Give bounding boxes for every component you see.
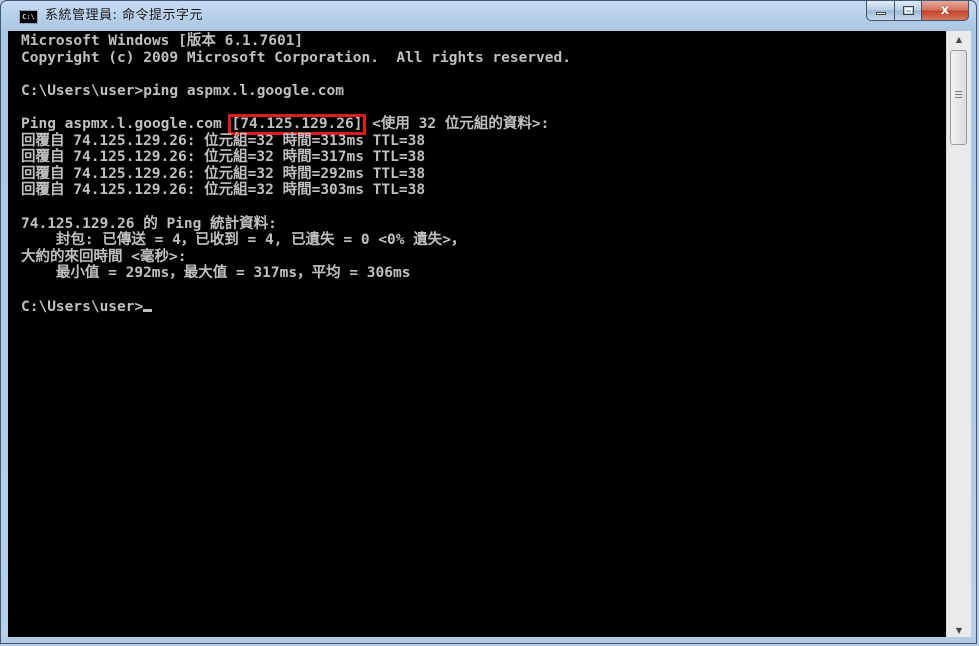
console-prompt-line[interactable]: C:\Users\user>	[21, 299, 571, 316]
grip-icon	[955, 91, 962, 99]
command-prompt-window: C:\ 系統管理員: 命令提示字元 x Microsoft Windows [版…	[0, 0, 977, 644]
console-line: 最小值 = 292ms，最大值 = 317ms，平均 = 306ms	[21, 265, 411, 282]
close-icon: x	[940, 3, 950, 18]
text-cursor	[143, 308, 153, 312]
window-title: 系統管理員: 命令提示字元	[45, 8, 204, 23]
console-line: 封包: 已傳送 = 4，已收到 = 4, 已遺失 = 0 <0% 遺失>，	[21, 232, 466, 249]
highlighted-ip-address: [74.125.129.26]	[227, 113, 367, 135]
console-output[interactable]: Microsoft Windows [版本 6.1.7601] Copyrigh…	[8, 31, 946, 639]
ping-header-prefix: Ping aspmx.l.google.com	[21, 115, 231, 132]
command-prompt: C:\Users\user>	[21, 298, 144, 315]
scrollbar-thumb[interactable]	[950, 50, 967, 145]
console-line: 回覆自 74.125.129.26: 位元組=32 時間=317ms TTL=3…	[21, 149, 426, 166]
vertical-scrollbar[interactable]: ▲ ▼	[946, 31, 971, 639]
console-line: 回覆自 74.125.129.26: 位元組=32 時間=303ms TTL=3…	[21, 182, 426, 199]
scroll-up-arrow-icon[interactable]: ▲	[947, 31, 971, 48]
console-line: Copyright (c) 2009 Microsoft Corporation…	[21, 49, 571, 66]
caption-buttons: x	[866, 1, 969, 21]
maximize-icon	[903, 6, 914, 15]
title-bar[interactable]: C:\ 系統管理員: 命令提示字元 x	[1, 1, 976, 31]
console-line: Microsoft Windows [版本 6.1.7601]	[21, 33, 304, 49]
console-line: C:\Users\user>ping aspmx.l.google.com	[21, 82, 345, 99]
console-icon[interactable]: C:\	[19, 10, 38, 24]
console-line: 74.125.129.26 的 Ping 統計資料:	[21, 215, 277, 232]
close-button[interactable]: x	[922, 1, 969, 21]
minimize-icon	[876, 12, 886, 15]
console-lines: Microsoft Windows [版本 6.1.7601] Copyrigh…	[21, 33, 571, 315]
maximize-button[interactable]	[895, 1, 922, 21]
ping-header-suffix: <使用 32 位元組的資料>:	[363, 115, 550, 132]
console-line: 回覆自 74.125.129.26: 位元組=32 時間=292ms TTL=3…	[21, 165, 426, 182]
console-line-ping-header: Ping aspmx.l.google.com [74.125.129.26] …	[21, 113, 571, 135]
minimize-button[interactable]	[866, 1, 895, 21]
console-line: 大約的來回時間 <毫秒>:	[21, 248, 187, 265]
window-frame-bottom	[1, 637, 976, 643]
console-line: 回覆自 74.125.129.26: 位元組=32 時間=313ms TTL=3…	[21, 132, 426, 149]
